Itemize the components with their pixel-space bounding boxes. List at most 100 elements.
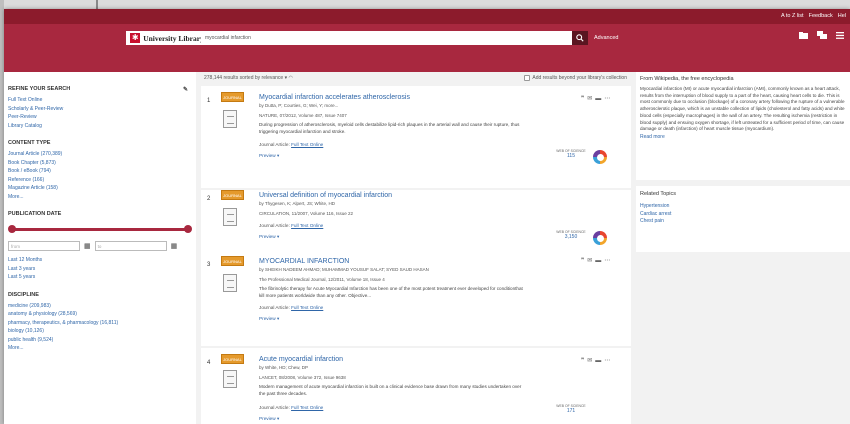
related-topic-link[interactable]: Hypertension <box>640 203 846 211</box>
menu-icon[interactable] <box>836 31 844 39</box>
content-type-item[interactable]: Reference (166) <box>8 176 192 185</box>
folder-icon[interactable] <box>799 31 808 39</box>
results-list: 278,144 results sorted by relevance ▾ ◠ … <box>201 72 631 424</box>
logo-mark-icon: ✱ <box>130 33 141 43</box>
chat-icon[interactable] <box>817 31 827 39</box>
full-text-link[interactable]: Full Text Online <box>291 305 323 310</box>
top-edge-mark <box>96 0 98 9</box>
read-more-link[interactable]: Read more <box>640 134 846 140</box>
a-to-z-link[interactable]: A to Z list <box>781 13 804 19</box>
date-to-field[interactable]: to <box>94 241 167 251</box>
content-type-more[interactable]: More... <box>8 193 192 202</box>
preview-link[interactable]: Preview ▾ <box>259 234 279 240</box>
result-title[interactable]: Acute myocardial infarction <box>259 356 343 363</box>
search-button[interactable] <box>572 31 588 45</box>
date-link-5-years[interactable]: Last 5 years <box>8 273 192 282</box>
result-title[interactable]: Myocardial infarction accelerates athero… <box>259 94 410 101</box>
rss-icon[interactable]: ◠ <box>289 75 293 81</box>
calendar-icon[interactable]: ▦ <box>171 242 178 250</box>
more-options-icon[interactable]: ⋯ <box>604 258 613 264</box>
discipline-item[interactable]: anatomy & physiology (28,569) <box>8 310 192 319</box>
document-icon[interactable] <box>223 208 237 226</box>
preview-link[interactable]: Preview ▾ <box>259 416 279 422</box>
slider-end-handle[interactable] <box>184 225 192 233</box>
discipline-item[interactable]: public health (9,524) <box>8 336 192 345</box>
discipline-item[interactable]: biology (10,126) <box>8 327 192 336</box>
date-from-field[interactable]: from <box>8 241 80 251</box>
content-type-item[interactable]: Book / eBook (794) <box>8 167 192 176</box>
result-actions: ❞✉▬⋯ <box>581 357 613 364</box>
result-type: Journal Article: Full Text Online <box>259 142 324 147</box>
date-range-slider[interactable] <box>8 223 192 237</box>
altmetric-ring-icon[interactable] <box>593 150 607 164</box>
calendar-icon[interactable]: ▦ <box>84 242 91 250</box>
feedback-link[interactable]: Feedback <box>809 13 833 19</box>
document-icon[interactable] <box>223 110 237 128</box>
result-title[interactable]: Universal definition of myocardial infar… <box>259 192 392 199</box>
refine-sidebar: REFINE YOUR SEARCH ✎ Full Text Online Sch… <box>4 72 196 424</box>
document-icon[interactable] <box>223 370 237 388</box>
help-link[interactable]: Hel <box>838 13 846 19</box>
result-snippet: The fibrinolytic therapy for Acute Myoca… <box>259 286 523 298</box>
discipline-item[interactable]: pharmacy, therapeutics, & pharmacology (… <box>8 319 192 328</box>
web-of-science-box[interactable]: WEB OF SCIENCE 3,150 <box>556 230 586 240</box>
result-type: Journal Article: Full Text Online <box>259 305 324 310</box>
folder-add-icon[interactable]: ▬ <box>595 358 604 364</box>
result-number: 3 <box>207 262 211 268</box>
refine-link-peer-review[interactable]: Peer-Review <box>8 113 192 122</box>
result-number: 4 <box>207 360 211 366</box>
publication-date-title: PUBLICATION DATE <box>8 211 62 217</box>
preview-link[interactable]: Preview ▾ <box>259 153 279 159</box>
content-type-title: CONTENT TYPE <box>8 140 51 146</box>
result-authors: by Thygesen, K; Alpert, JS; White, HD <box>259 201 335 206</box>
web-of-science-box[interactable]: WEB OF SCIENCE 115 <box>556 149 586 159</box>
refine-link-library-catalog[interactable]: Library Catalog <box>8 122 192 131</box>
slider-start-handle[interactable] <box>8 225 16 233</box>
result-snippet: Modern management of acute myocardial in… <box>259 384 522 396</box>
advanced-search-link[interactable]: Advanced <box>594 35 618 41</box>
add-results-checkbox[interactable] <box>524 75 531 81</box>
header-icons <box>799 31 844 39</box>
date-link-3-years[interactable]: Last 3 years <box>8 265 192 274</box>
refine-title: REFINE YOUR SEARCH ✎ <box>8 86 188 93</box>
more-options-icon[interactable]: ⋯ <box>604 96 613 102</box>
slider-track <box>10 228 190 231</box>
discipline-title: DISCIPLINE <box>8 291 39 298</box>
search-icon <box>576 34 584 42</box>
library-logo[interactable]: ✱ University Library <box>126 31 208 45</box>
format-badge: JOURNAL <box>221 92 244 102</box>
discipline-item[interactable]: medicine (209,983) <box>8 302 192 311</box>
result-actions: ❞✉▬⋯ <box>581 257 613 264</box>
result-title[interactable]: MYOCARDIAL INFARCTION <box>259 258 349 265</box>
altmetric-ring-icon[interactable] <box>593 231 607 245</box>
preview-link[interactable]: Preview ▾ <box>259 316 279 322</box>
refine-link-scholarly[interactable]: Scholarly & Peer-Review <box>8 105 192 114</box>
folder-add-icon[interactable]: ▬ <box>595 96 604 102</box>
full-text-link[interactable]: Full Text Online <box>291 405 323 410</box>
result-card: 3 JOURNAL MYOCARDIAL INFARCTION by SHEIK… <box>201 252 631 346</box>
add-results-toggle[interactable]: Add results beyond your library's collec… <box>524 75 627 81</box>
more-options-icon[interactable]: ⋯ <box>604 358 613 364</box>
date-link-12-months[interactable]: Last 12 Months <box>8 256 192 265</box>
web-of-science-box[interactable]: WEB OF SCIENCE 171 <box>556 404 586 414</box>
full-text-link[interactable]: Full Text Online <box>291 142 323 147</box>
search-input[interactable]: myocardial infarction <box>201 31 572 45</box>
content-type-item[interactable]: Book Chapter (5,873) <box>8 159 192 168</box>
related-topic-link[interactable]: Cardiac arrest <box>640 211 846 219</box>
utility-bar: A to Z list Feedback Hel <box>4 9 850 24</box>
document-icon[interactable] <box>223 274 237 292</box>
format-badge: JOURNAL <box>221 256 244 266</box>
full-text-link[interactable]: Full Text Online <box>291 223 323 228</box>
pencil-icon[interactable]: ✎ <box>183 86 188 93</box>
content-type-item[interactable]: Magazine Article (158) <box>8 184 192 193</box>
wikipedia-heading: From Wikipedia, the free encyclopedia <box>640 76 734 82</box>
sort-summary[interactable]: 278,144 results sorted by relevance ▾ ◠ <box>204 75 293 81</box>
content-type-item[interactable]: Journal Article (270,389) <box>8 150 192 159</box>
citation-count: 3,150 <box>564 234 578 240</box>
folder-add-icon[interactable]: ▬ <box>595 258 604 264</box>
related-topic-link[interactable]: Chest pain <box>640 218 846 226</box>
result-source: LANCET, 08/2008, Volume 372, Issue 9638 <box>259 375 346 380</box>
discipline-more[interactable]: More... <box>8 344 192 353</box>
result-actions: ❞✉▬⋯ <box>581 95 613 102</box>
refine-link-full-text[interactable]: Full Text Online <box>8 96 192 105</box>
